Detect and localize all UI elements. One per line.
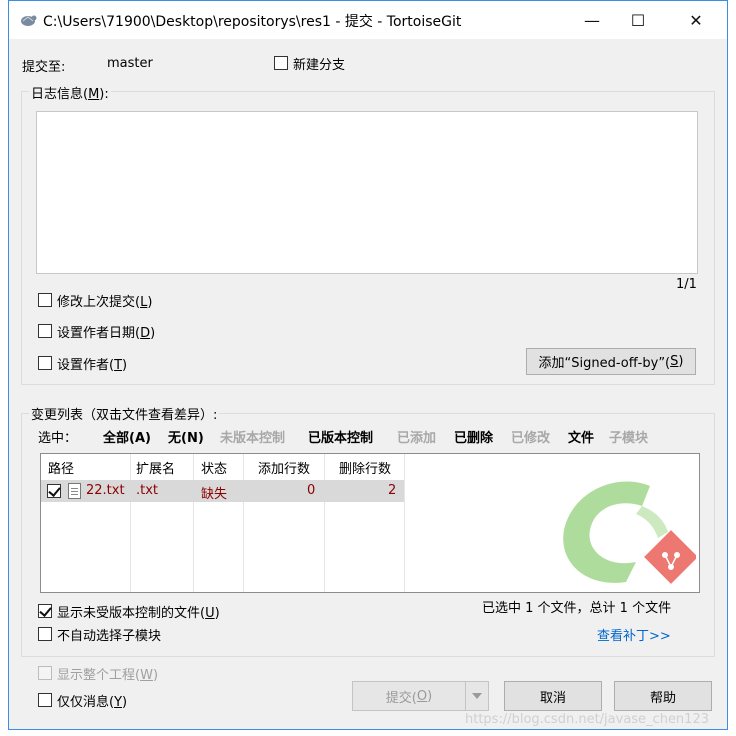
tortoisegit-app-icon	[21, 15, 37, 26]
message-only-label: 仅仅消息(Y)	[57, 695, 128, 710]
file-lines-added: 0	[307, 483, 316, 498]
show-unversioned-checkbox[interactable]	[38, 604, 52, 618]
column-header-status[interactable]: 状态	[201, 458, 227, 480]
new-branch-checkbox[interactable]	[274, 56, 288, 70]
commit-message-textarea[interactable]	[36, 111, 698, 274]
no-autoselect-submodules-checkbox[interactable]	[38, 627, 52, 641]
filter-modified[interactable]: 已修改	[511, 427, 550, 446]
filter-none[interactable]: 无(N)	[168, 427, 204, 446]
filter-files[interactable]: 文件	[568, 427, 594, 446]
minimize-button[interactable]: —	[569, 1, 615, 39]
amend-checkbox[interactable]	[38, 293, 52, 307]
text-file-icon	[68, 483, 81, 499]
commit-dropdown-button[interactable]	[465, 681, 489, 711]
filter-added[interactable]: 已添加	[397, 427, 436, 446]
view-patch-link[interactable]: 查看补丁>>	[597, 625, 671, 644]
watermark-text: https://blog.csdn.net/javase_chen123	[464, 712, 709, 727]
help-button[interactable]: 帮助	[614, 681, 712, 711]
branch-name: master	[107, 56, 153, 71]
set-author-date-label: 设置作者日期(D)	[57, 326, 156, 341]
new-branch-label: 新建分支	[293, 58, 346, 73]
commit-button[interactable]: 提交(O)	[352, 681, 466, 711]
select-label: 选中：	[38, 431, 78, 446]
chevron-down-icon	[472, 693, 482, 699]
changed-files-list[interactable]: 路径 扩展名 状态 添加行数 删除行数 22.txt .txt 缺失 0 2	[40, 453, 700, 593]
commit-dialog: C:\Users\71900\Desktop\repositorys\res1 …	[8, 0, 728, 730]
amend-label: 修改上次提交(L)	[57, 295, 153, 310]
column-divider	[324, 454, 325, 592]
changes-group-label: 变更列表（双击文件查看差异）:	[29, 404, 220, 423]
column-header-path[interactable]: 路径	[48, 458, 74, 480]
tortoisegit-logo-icon	[563, 481, 696, 584]
column-header-lines-added[interactable]: 添加行数	[258, 458, 310, 480]
close-button[interactable]: ✕	[673, 1, 719, 39]
cancel-button[interactable]: 取消	[504, 681, 602, 711]
filter-deleted[interactable]: 已删除	[454, 427, 493, 446]
column-divider	[193, 454, 194, 592]
file-row-checkbox[interactable]	[47, 484, 61, 498]
file-extension: .txt	[136, 483, 159, 498]
add-signed-off-by-button[interactable]: 添加“Signed-off-by”(S)	[526, 348, 696, 375]
column-divider	[130, 454, 131, 592]
message-only-checkbox[interactable]	[38, 693, 52, 707]
set-author-date-checkbox[interactable]	[38, 324, 52, 338]
maximize-button[interactable]: ☐	[615, 1, 661, 39]
set-author-checkbox[interactable]	[38, 356, 52, 370]
filter-versioned[interactable]: 已版本控制	[308, 427, 373, 446]
show-unversioned-label: 显示未受版本控制的文件(U)	[57, 606, 220, 621]
commit-to-label: 提交至:	[22, 60, 66, 75]
column-header-lines-deleted[interactable]: 删除行数	[339, 458, 391, 480]
column-divider	[404, 454, 405, 592]
filter-unversioned[interactable]: 未版本控制	[220, 427, 285, 446]
no-autoselect-submodules-label: 不自动选择子模块	[57, 629, 162, 644]
show-whole-project-checkbox[interactable]	[38, 666, 52, 680]
column-header-extension[interactable]: 扩展名	[136, 458, 175, 480]
filter-submodules[interactable]: 子模块	[609, 427, 648, 446]
window-title: C:\Users\71900\Desktop\repositorys\res1 …	[43, 14, 462, 30]
selection-summary: 已选中 1 个文件，总计 1 个文件	[482, 601, 672, 616]
filter-all[interactable]: 全部(A)	[103, 427, 151, 446]
file-lines-deleted: 2	[388, 483, 397, 498]
set-author-label: 设置作者(T)	[57, 358, 128, 373]
file-status: 缺失	[201, 487, 228, 502]
message-group-label: 日志信息(M):	[29, 83, 111, 102]
file-path: 22.txt	[86, 483, 125, 498]
show-whole-project-label: 显示整个工程(W)	[57, 668, 159, 683]
message-counter: 1/1	[676, 277, 697, 292]
column-divider	[243, 454, 244, 592]
title-bar[interactable]: C:\Users\71900\Desktop\repositorys\res1 …	[9, 1, 727, 39]
